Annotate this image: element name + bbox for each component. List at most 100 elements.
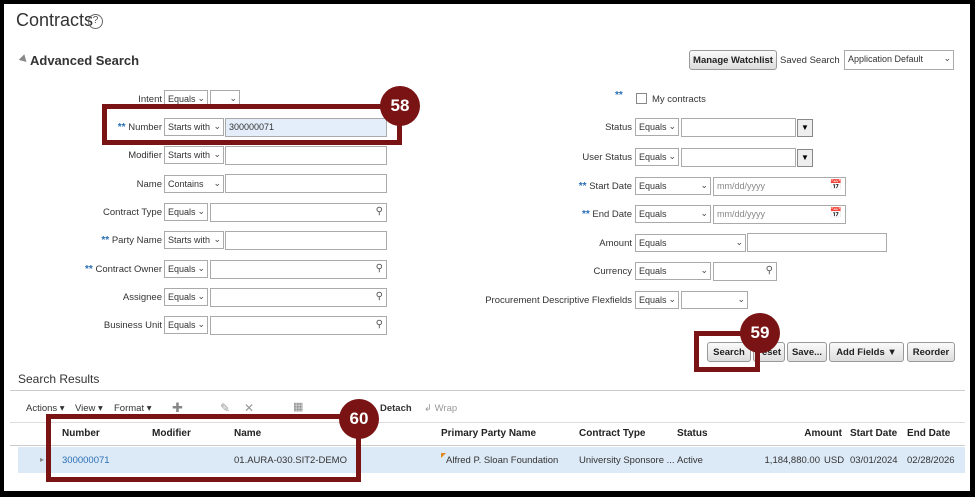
end-date-operator[interactable]: Equals ⌄	[635, 205, 711, 223]
modifier-operator[interactable]: Starts with ⌄	[164, 146, 224, 164]
chevron-down-icon: ⌄	[700, 265, 708, 275]
user-status-operator[interactable]: Equals ⌄	[635, 148, 679, 166]
operator-text: Equals	[639, 238, 667, 248]
contract-owner-operator[interactable]: Equals ⌄	[164, 260, 208, 278]
actions-menu[interactable]: Actions ▾	[26, 403, 65, 414]
operator-text: Equals	[639, 266, 667, 276]
party-name-input[interactable]	[225, 231, 387, 250]
reorder-button[interactable]: Reorder	[907, 342, 955, 362]
party-name-operator[interactable]: Starts with ⌄	[164, 231, 224, 249]
start-date-operator[interactable]: Equals ⌄	[635, 177, 711, 195]
row-start-date: 03/01/2024	[850, 455, 898, 466]
wrap-label: Wrap	[434, 403, 458, 414]
amount-operator[interactable]: Equals ⌄	[635, 234, 746, 252]
col-end-date[interactable]: End Date	[907, 428, 950, 439]
assignee-label: Assignee	[122, 292, 162, 303]
contract-type-label: Contract Type	[103, 207, 162, 218]
row-contract-type: University Sponsore ...	[579, 455, 675, 466]
chevron-down-icon: ⌄	[197, 93, 205, 103]
help-icon[interactable]: ?	[88, 14, 103, 29]
currency-label: Currency	[593, 266, 632, 277]
save-button[interactable]: Save...	[787, 342, 827, 362]
col-contract-type[interactable]: Contract Type	[579, 428, 646, 439]
search-icon[interactable]: ⚲	[376, 291, 383, 302]
name-label: Name	[136, 179, 162, 190]
wrap-button[interactable]: ↲ Wrap	[424, 403, 457, 414]
operator-text: Equals	[168, 292, 196, 302]
amount-input[interactable]	[747, 233, 887, 252]
add-fields-label: Add Fields	[836, 347, 885, 358]
search-icon[interactable]: ⚲	[376, 319, 383, 330]
manage-watchlist-button[interactable]: Manage Watchlist	[689, 50, 777, 70]
procurement-flexfields-operator[interactable]: Equals ⌄	[635, 291, 679, 309]
contract-owner-input[interactable]: ⚲	[210, 260, 387, 279]
search-icon[interactable]: ⚲	[766, 265, 773, 276]
chevron-down-icon: ⌄	[213, 234, 221, 244]
search-icon[interactable]: ⚲	[376, 206, 383, 217]
status-operator[interactable]: Equals ⌄	[635, 118, 679, 136]
user-status-label: User Status	[582, 152, 632, 163]
currency-input[interactable]: ⚲	[713, 262, 777, 281]
add-fields-button[interactable]: Add Fields ▼	[829, 342, 904, 362]
format-menu[interactable]: Format ▾	[114, 403, 152, 414]
chevron-down-icon: ⌄	[197, 319, 205, 329]
export-icon[interactable]: ▦	[293, 400, 303, 413]
page-title: Contracts	[16, 10, 94, 30]
detach-button[interactable]: Detach	[380, 403, 412, 414]
calendar-icon[interactable]: 📅	[830, 180, 842, 191]
name-input[interactable]	[225, 174, 387, 193]
status-label: Status	[605, 122, 632, 133]
col-primary-party-name[interactable]: Primary Party Name	[441, 428, 536, 439]
view-label: View	[75, 403, 96, 414]
col-amount[interactable]: Amount	[804, 428, 842, 439]
calendar-icon[interactable]: 📅	[830, 208, 842, 219]
business-unit-operator[interactable]: Equals ⌄	[164, 316, 208, 334]
row-expand-icon[interactable]: ▸	[40, 455, 44, 464]
edit-icon[interactable]: ✎	[220, 401, 230, 415]
end-date-label: ** End Date	[524, 209, 632, 220]
assignee-input[interactable]: ⚲	[210, 288, 387, 307]
collapse-triangle-icon[interactable]	[18, 54, 30, 65]
assignee-operator[interactable]: Equals ⌄	[164, 288, 208, 306]
contract-owner-label-text: Contract Owner	[95, 264, 162, 275]
currency-operator[interactable]: Equals ⌄	[635, 262, 711, 280]
col-status[interactable]: Status	[677, 428, 708, 439]
operator-text: Equals	[639, 209, 667, 219]
contract-type-operator[interactable]: Equals ⌄	[164, 203, 208, 221]
saved-search-value: Application Default	[848, 54, 924, 64]
row-amount: 1,184,880.00	[764, 455, 820, 466]
saved-search-label: Saved Search	[780, 55, 840, 66]
status-input[interactable]	[681, 118, 796, 137]
modifier-input[interactable]	[225, 146, 387, 165]
end-date-input[interactable]: mm/dd/yyyy 📅	[713, 205, 846, 224]
name-operator[interactable]: Contains ⌄	[164, 175, 224, 193]
start-date-input[interactable]: mm/dd/yyyy 📅	[713, 177, 846, 196]
operator-text: Equals	[168, 264, 196, 274]
my-contracts-checkbox[interactable]	[636, 93, 647, 104]
chevron-down-icon: ⌄	[668, 151, 676, 161]
callout-box-58	[102, 104, 402, 145]
col-start-date[interactable]: Start Date	[850, 428, 897, 439]
row-party: Alfred P. Sloan Foundation	[446, 455, 559, 466]
operator-text: Equals	[639, 152, 667, 162]
view-menu[interactable]: View ▾	[75, 403, 103, 414]
procurement-flexfields-select[interactable]: ⌄	[681, 291, 748, 309]
operator-text: Starts with	[168, 150, 211, 160]
contract-type-input[interactable]: ⚲	[210, 203, 387, 222]
wrap-icon: ↲	[424, 403, 432, 414]
user-status-input[interactable]	[681, 148, 796, 167]
callout-box-60	[46, 414, 361, 482]
delete-icon[interactable]: ✕	[244, 401, 254, 415]
status-dropdown-button[interactable]: ▼	[797, 119, 813, 137]
row-end-date: 02/28/2026	[907, 455, 955, 466]
business-unit-input[interactable]: ⚲	[210, 316, 387, 335]
search-icon[interactable]: ⚲	[376, 263, 383, 274]
my-contracts-label: My contracts	[652, 94, 706, 105]
date-placeholder: mm/dd/yyyy	[717, 209, 766, 219]
contracts-page: Contracts ? Advanced Search Manage Watch…	[4, 4, 970, 491]
user-status-dropdown-button[interactable]: ▼	[797, 149, 813, 167]
chevron-down-icon: ⌄	[668, 294, 676, 304]
operator-text: Starts with	[168, 235, 211, 245]
required-marker: **	[578, 181, 587, 192]
saved-search-select[interactable]: Application Default ⌄	[844, 50, 954, 70]
